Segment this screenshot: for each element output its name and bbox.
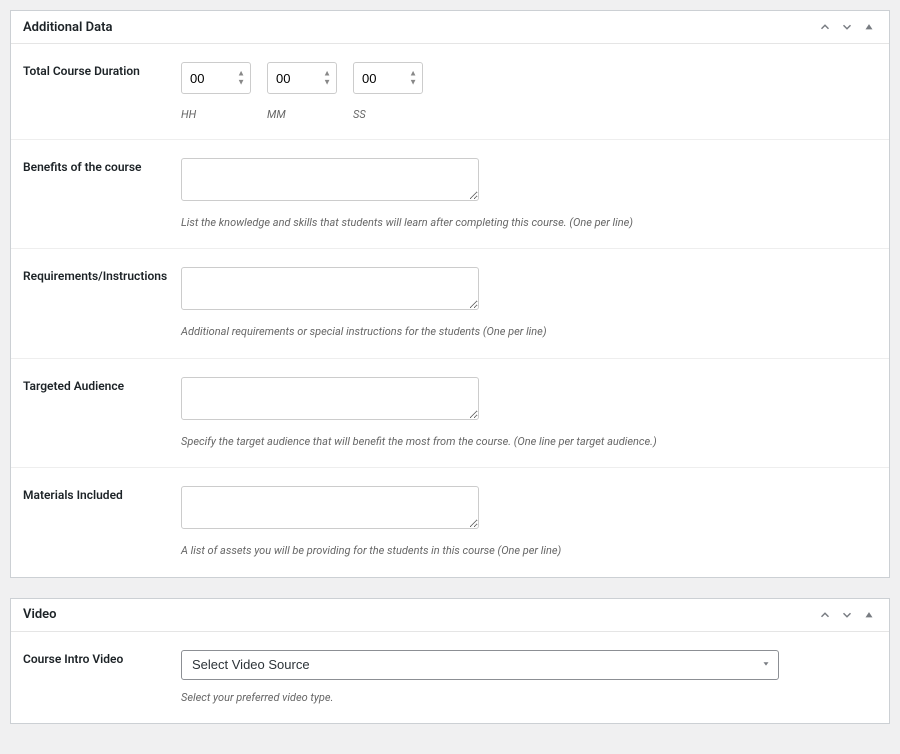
materials-content: A list of assets you will be providing f… bbox=[181, 486, 877, 558]
video-source-select[interactable]: Select Video Source bbox=[181, 650, 779, 680]
audience-row: Targeted Audience Specify the target aud… bbox=[11, 359, 889, 468]
audience-content: Specify the target audience that will be… bbox=[181, 377, 877, 449]
benefits-label: Benefits of the course bbox=[23, 158, 181, 230]
chevron-down-icon[interactable] bbox=[839, 607, 855, 623]
hh-unit-label: HH bbox=[181, 108, 251, 121]
panel-title: Additional Data bbox=[23, 20, 112, 35]
intro-video-row: Course Intro Video Select Video Source S… bbox=[11, 632, 889, 723]
audience-textarea[interactable] bbox=[181, 377, 479, 420]
audience-label: Targeted Audience bbox=[23, 377, 181, 449]
requirements-row: Requirements/Instructions Additional req… bbox=[11, 249, 889, 358]
panel-body: Total Course Duration ▲▼ HH ▲▼ bbox=[11, 44, 889, 577]
panel-title: Video bbox=[23, 607, 57, 622]
chevron-down-icon[interactable] bbox=[839, 19, 855, 35]
requirements-textarea[interactable] bbox=[181, 267, 479, 310]
materials-label: Materials Included bbox=[23, 486, 181, 558]
audience-helper: Specify the target audience that will be… bbox=[181, 434, 877, 449]
mm-unit-label: MM bbox=[267, 108, 337, 121]
requirements-label: Requirements/Instructions bbox=[23, 267, 181, 339]
duration-mm: ▲▼ MM bbox=[267, 62, 337, 121]
seconds-input[interactable] bbox=[353, 62, 423, 94]
benefits-row: Benefits of the course List the knowledg… bbox=[11, 140, 889, 249]
duration-ss: ▲▼ SS bbox=[353, 62, 423, 121]
hours-input[interactable] bbox=[181, 62, 251, 94]
minutes-input[interactable] bbox=[267, 62, 337, 94]
panel-controls bbox=[817, 607, 877, 623]
materials-helper: A list of assets you will be providing f… bbox=[181, 543, 877, 558]
video-panel: Video Course Intro Video Select Video So… bbox=[10, 598, 890, 724]
intro-video-content: Select Video Source Select your preferre… bbox=[181, 650, 877, 705]
video-source-select-wrap: Select Video Source bbox=[181, 650, 779, 680]
benefits-content: List the knowledge and skills that stude… bbox=[181, 158, 877, 230]
panel-header: Additional Data bbox=[11, 11, 889, 44]
toggle-triangle-icon[interactable] bbox=[861, 19, 877, 35]
requirements-helper: Additional requirements or special instr… bbox=[181, 324, 877, 339]
intro-video-helper: Select your preferred video type. bbox=[181, 690, 877, 705]
duration-group: ▲▼ HH ▲▼ MM ▲▼ bbox=[181, 62, 877, 121]
duration-label: Total Course Duration bbox=[23, 62, 181, 121]
materials-textarea[interactable] bbox=[181, 486, 479, 529]
intro-video-label: Course Intro Video bbox=[23, 650, 181, 705]
additional-data-panel: Additional Data Total Course Duration bbox=[10, 10, 890, 578]
panel-body: Course Intro Video Select Video Source S… bbox=[11, 632, 889, 723]
panel-controls bbox=[817, 19, 877, 35]
chevron-up-icon[interactable] bbox=[817, 19, 833, 35]
materials-row: Materials Included A list of assets you … bbox=[11, 468, 889, 576]
toggle-triangle-icon[interactable] bbox=[861, 607, 877, 623]
duration-hh: ▲▼ HH bbox=[181, 62, 251, 121]
duration-content: ▲▼ HH ▲▼ MM ▲▼ bbox=[181, 62, 877, 121]
chevron-up-icon[interactable] bbox=[817, 607, 833, 623]
benefits-textarea[interactable] bbox=[181, 158, 479, 201]
requirements-content: Additional requirements or special instr… bbox=[181, 267, 877, 339]
panel-header: Video bbox=[11, 599, 889, 632]
ss-unit-label: SS bbox=[353, 108, 423, 121]
benefits-helper: List the knowledge and skills that stude… bbox=[181, 215, 877, 230]
duration-row: Total Course Duration ▲▼ HH ▲▼ bbox=[11, 44, 889, 140]
